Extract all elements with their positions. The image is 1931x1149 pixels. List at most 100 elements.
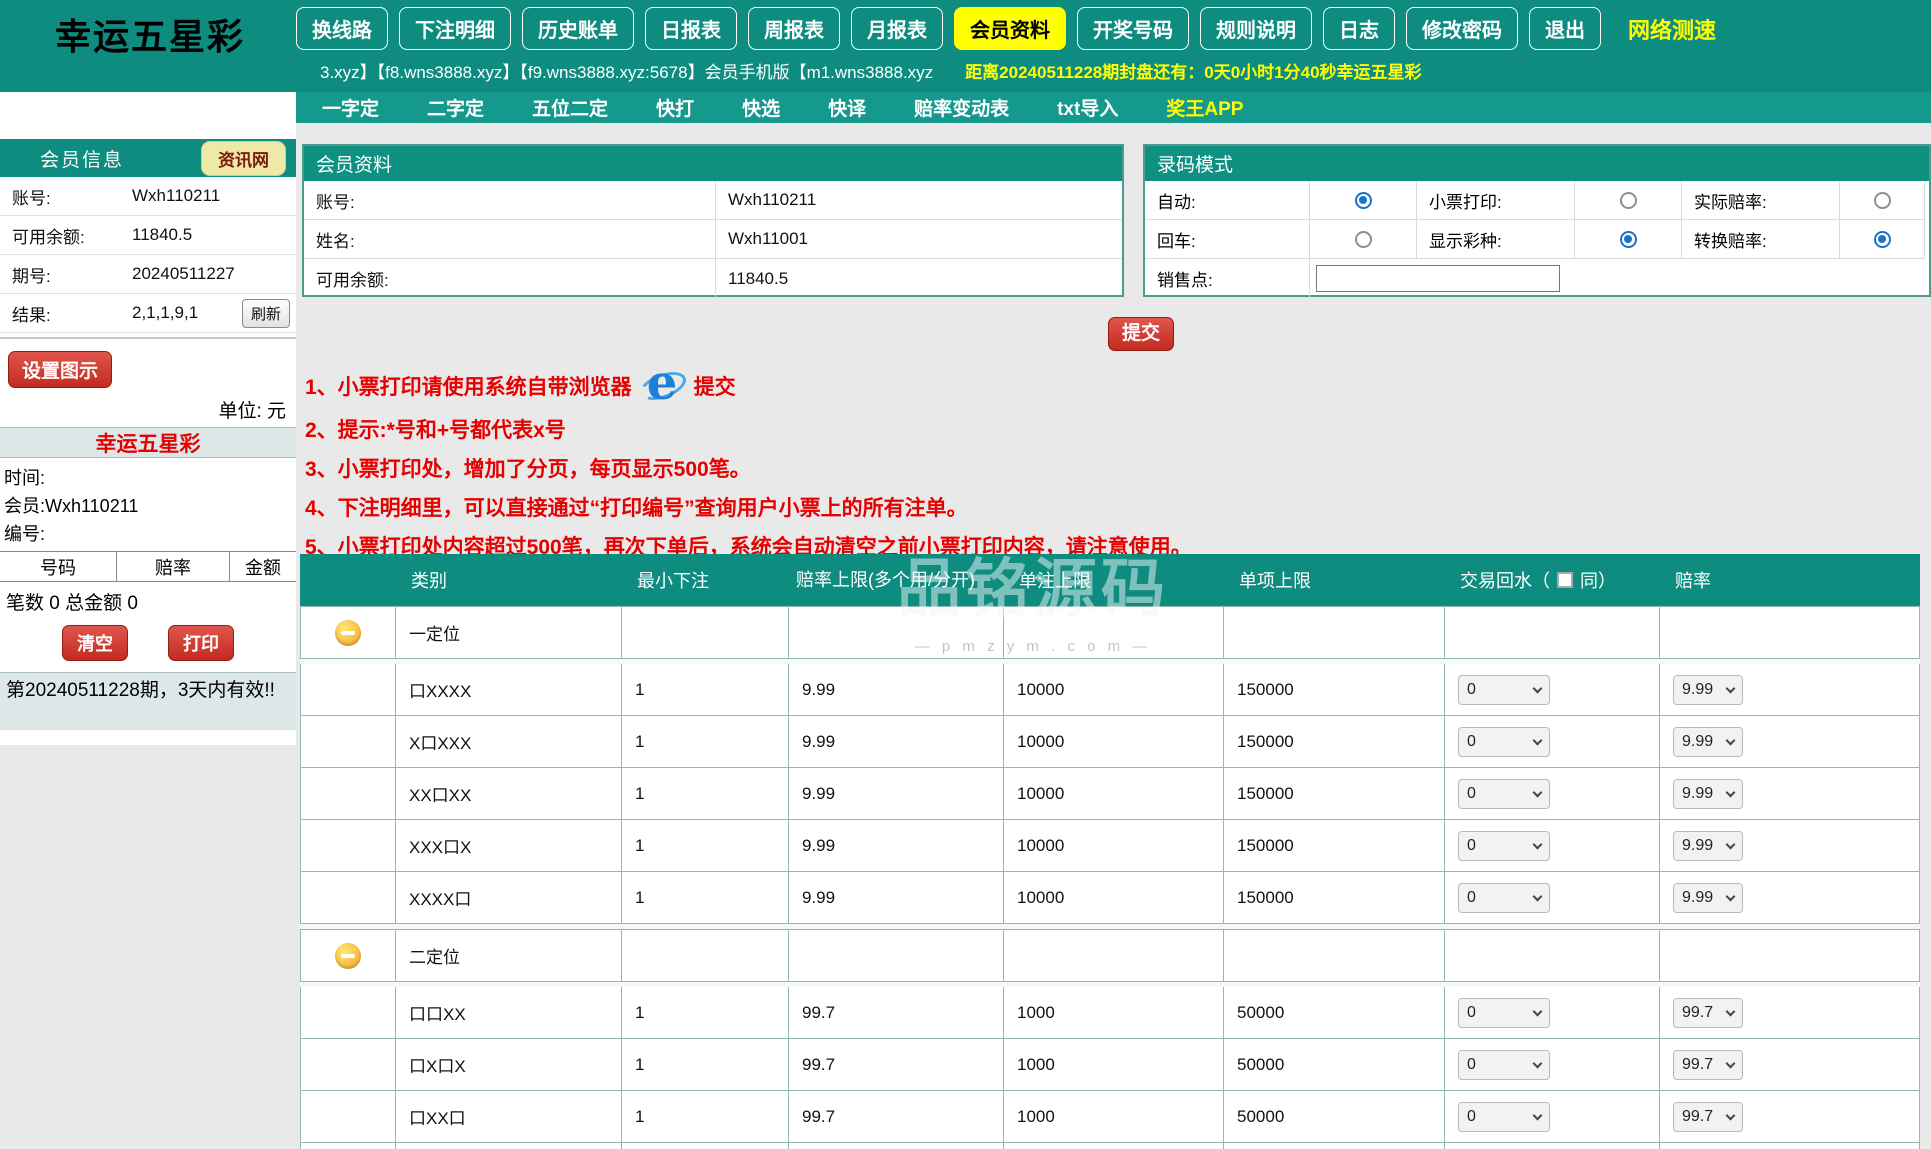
odds-select[interactable]: 9.99 [1673,831,1743,861]
odds-select[interactable]: 9.99 [1673,675,1743,705]
mode-radio-2[interactable] [1874,192,1891,209]
subnav-item-2[interactable]: 五位二定 [532,94,608,121]
chevron-down-icon [1533,1006,1543,1016]
top-header: 幸运五星彩 换线路下注明细历史账单日报表周报表月报表会员资料开奖号码规则说明日志… [0,0,1931,92]
cell-item-limit: 50000 [1224,1143,1445,1149]
limit-row-1-3: X口口X199.7100050000099.7 [300,1143,1920,1149]
odds-select[interactable]: 9.99 [1673,883,1743,913]
odds-select[interactable]: 99.7 [1673,1102,1743,1132]
subnav-item-7[interactable]: txt导入 [1057,94,1118,121]
nav-item-9[interactable]: 日志 [1323,7,1395,50]
sales-point-input[interactable] [1316,265,1560,292]
note-line-1: 1、小票打印请使用系统自带浏览器 e 提交 [305,362,1455,410]
cell-odds: 9.99 [1660,768,1920,819]
rebate-select[interactable]: 0 [1458,675,1550,705]
rebate-select[interactable]: 0 [1458,831,1550,861]
domain-line: 3.xyz】【f8.wns3888.xyz】【f9.wns3888.xyz:56… [320,58,1422,83]
subnav-item-3[interactable]: 快打 [656,94,694,121]
info-value-1: 11840.5 [132,225,296,245]
odds-select[interactable]: 99.7 [1673,998,1743,1028]
nav-item-4[interactable]: 周报表 [748,7,840,50]
note-line-4: 4、下注明细里，可以直接通过“打印编号”查询用户小票上的所有注单。 [305,492,1455,522]
select-value: 99.7 [1682,1056,1713,1074]
subnav-item-6[interactable]: 赔率变动表 [914,94,1009,121]
info-row-1: 可用余额:11840.5 [0,216,296,255]
cell-category: X口口X [396,1143,622,1149]
rebate-select[interactable]: 0 [1458,727,1550,757]
submit-button[interactable]: 提交 [1108,317,1174,351]
notes: 1、小票打印请使用系统自带浏览器 e 提交 2、提示:*号和+号都代表x号3、小… [305,362,1455,570]
clear-button[interactable]: 清空 [62,625,128,661]
cell-item-limit: 150000 [1224,820,1445,871]
nav-item-10[interactable]: 修改密码 [1406,7,1518,50]
mode-radio-4[interactable] [1620,231,1637,248]
limit-row-1-2: 口XX口199.7100050000099.7 [300,1091,1920,1143]
news-site-button[interactable]: 资讯网 [201,141,286,176]
empty-cell [622,930,789,981]
subnav-item-4[interactable]: 快选 [742,94,780,121]
subnav-item-5[interactable]: 快译 [828,94,866,121]
mode-radio-5[interactable] [1874,231,1891,248]
mode-panel: 录码模式 自动:小票打印:实际赔率:回车:显示彩种:转换赔率: 销售点: [1143,144,1931,297]
cell-category: XXXX口 [396,872,622,923]
select-value: 9.99 [1682,837,1713,855]
domain-list: 3.xyz】【f8.wns3888.xyz】【f9.wns3888.xyz:56… [320,58,933,83]
nav-item-6[interactable]: 会员资料 [954,7,1066,50]
odds-select[interactable]: 9.99 [1673,779,1743,809]
speed-test-link[interactable]: 网络测速 [1628,13,1716,45]
mode-radio-0[interactable] [1355,192,1372,209]
nav-item-0[interactable]: 换线路 [296,7,388,50]
refresh-button[interactable]: 刷新 [242,299,290,328]
nav-item-7[interactable]: 开奖号码 [1077,7,1189,50]
group-icon-cell [301,607,396,658]
mode-radio-3[interactable] [1355,231,1372,248]
select-value: 0 [1467,1004,1476,1022]
limit-row-0-2: XX口XX19.991000015000009.99 [300,768,1920,820]
odds-select[interactable]: 99.7 [1673,1050,1743,1080]
rebate-select[interactable]: 0 [1458,779,1550,809]
collapse-minus-icon[interactable] [335,943,361,969]
nav-item-5[interactable]: 月报表 [851,7,943,50]
odds-select[interactable]: 9.99 [1673,727,1743,757]
cell-odds: 9.99 [1660,872,1920,923]
rebate-same-checkbox[interactable] [1557,572,1573,588]
info-row-0: 账号:Wxh110211 [0,177,296,216]
subnav-item-8[interactable]: 奖王APP [1166,94,1243,121]
mode-radio-1[interactable] [1620,192,1637,209]
empty-cell [1660,930,1920,981]
mode-radio-cell-5 [1840,220,1925,259]
collapse-minus-icon[interactable] [335,620,361,646]
empty-cell [1004,607,1224,658]
nav-item-3[interactable]: 日报表 [645,7,737,50]
countdown-text: 距离20240511228期封盘还有：0天0小时1分40秒幸运五星彩 [965,58,1421,83]
cell-odds-cap: 99.7 [789,1143,1004,1149]
nav-item-11[interactable]: 退出 [1529,7,1601,50]
mode-radio-cell-3 [1310,220,1417,259]
select-value: 0 [1467,733,1476,751]
cell-odds-cap: 99.7 [789,1039,1004,1090]
sales-point-label: 销售点: [1145,259,1310,298]
cell-odds: 99.7 [1660,987,1920,1038]
subnav-item-1[interactable]: 二字定 [427,94,484,121]
chevron-down-icon [1726,683,1736,693]
nav-item-8[interactable]: 规则说明 [1200,7,1312,50]
cell-item-limit: 50000 [1224,1039,1445,1090]
profile-value-2: 11840.5 [716,259,1122,298]
rebate-select[interactable]: 0 [1458,1102,1550,1132]
member-info-header: 会员信息 资讯网 [0,139,296,177]
header-odds-cap: 赔率上限(多个用/分开) [788,569,1003,591]
limit-row-1-1: 口X口X199.7100050000099.7 [300,1039,1920,1091]
cell-min-bet: 1 [622,664,789,715]
limit-row-0-4: XXXX口19.991000015000009.99 [300,872,1920,924]
row-icon-cell [301,1039,396,1090]
select-value: 0 [1467,889,1476,907]
subnav-item-0[interactable]: 一字定 [322,94,379,121]
row-icon-cell [301,1091,396,1142]
nav-item-2[interactable]: 历史账单 [522,7,634,50]
rebate-select[interactable]: 0 [1458,1050,1550,1080]
rebate-select[interactable]: 0 [1458,883,1550,913]
rebate-select[interactable]: 0 [1458,998,1550,1028]
nav-item-1[interactable]: 下注明细 [399,7,511,50]
print-button[interactable]: 打印 [168,625,234,661]
set-icon-button[interactable]: 设置图示 [8,351,112,388]
